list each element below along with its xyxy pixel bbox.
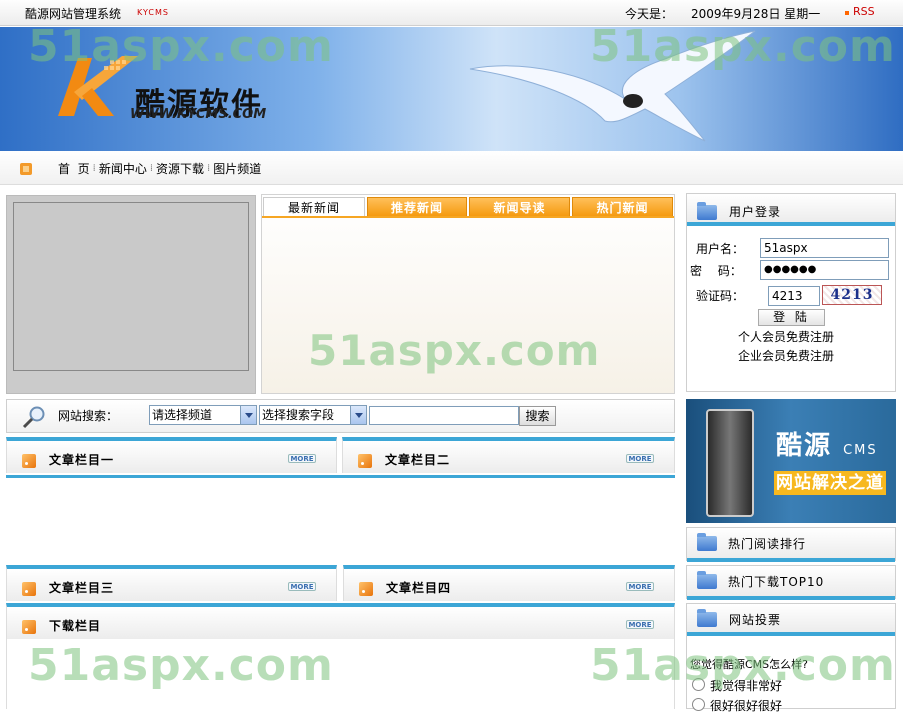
tab-recommended-news[interactable]: 推荐新闻 — [367, 197, 467, 217]
folder-icon — [697, 609, 717, 627]
tab-news-guide[interactable]: 新闻导读 — [469, 197, 570, 217]
chevron-down-icon — [350, 406, 366, 424]
password-label: 密 码： — [690, 264, 742, 278]
vote-title: 网站投票 — [729, 613, 782, 627]
username-label: 用户名： — [696, 242, 745, 256]
today-label: 今天是： — [625, 7, 674, 21]
more-link[interactable]: MORE — [626, 582, 654, 591]
current-date: 2009年9月28日 星期一 — [691, 7, 821, 21]
tab-hot-news[interactable]: 热门新闻 — [572, 197, 673, 217]
site-title: 酷源网站管理系统 — [25, 7, 122, 21]
slideshow-image[interactable] — [13, 202, 249, 371]
rss-link[interactable]: RSS — [853, 5, 875, 18]
tab-underline — [262, 216, 674, 218]
rss-icon — [22, 454, 36, 468]
section-title: 文章栏目一 — [49, 453, 115, 467]
brand-small: KYCMS — [137, 8, 169, 17]
register-company-link[interactable]: 企业会员免费注册 — [738, 347, 834, 364]
channel-select-value: 请选择频道 — [152, 408, 213, 422]
folder-icon — [697, 533, 717, 551]
section-header-col2: 文章栏目二 MORE — [342, 437, 675, 473]
rss-icon — [358, 454, 372, 468]
field-select-value: 选择搜索字段 — [262, 408, 335, 422]
captcha-image[interactable]: 4213 — [822, 285, 882, 305]
nav-items: 首 页 ⁞ 新闻中心 ⁞ 资源下载 ⁞ 图片频道 — [58, 160, 261, 177]
captcha-input[interactable]: 4213 — [768, 286, 820, 306]
watermark: 51aspx.com — [590, 640, 896, 691]
nav-item-downloads[interactable]: 资源下载 — [156, 160, 204, 177]
section-header-col3: 文章栏目三 MORE — [6, 565, 337, 601]
nav-item-news[interactable]: 新闻中心 — [99, 160, 147, 177]
tab-latest-news[interactable]: 最新新闻 — [263, 197, 365, 217]
register-personal-link[interactable]: 个人会员免费注册 — [738, 328, 834, 345]
watermark: 51aspx.com — [28, 27, 334, 72]
nav-item-home[interactable]: 首 页 — [58, 160, 90, 177]
search-button[interactable]: 搜索 — [519, 406, 556, 426]
nav-separator: ⁞ — [149, 163, 154, 174]
ad-title-main: 酷源 — [776, 431, 833, 461]
nav-separator: ⁞ — [207, 163, 211, 174]
nav-separator: ⁞ — [92, 163, 96, 174]
hot-read-title[interactable]: 热门阅读排行 — [728, 535, 806, 552]
section-header-col1: 文章栏目一 MORE — [6, 437, 337, 473]
rss-icon — [359, 582, 373, 596]
ad-slogan: 网站解决之道 — [774, 471, 886, 495]
password-field[interactable]: ●●●●●● — [760, 260, 889, 280]
login-button[interactable]: 登 陆 — [758, 309, 825, 326]
vote-option-2: 很好很好很好 — [710, 699, 783, 713]
field-select[interactable]: 选择搜索字段 — [259, 405, 367, 425]
search-icon — [22, 406, 45, 429]
section-title: 文章栏目二 — [385, 453, 451, 467]
home-icon — [20, 163, 32, 175]
vote-radio-2[interactable] — [692, 698, 705, 711]
username-field[interactable]: 51aspx — [760, 238, 889, 258]
nav-item-pictures[interactable]: 图片频道 — [213, 160, 261, 177]
banner: 酷源软件 WWW.KYCMS.COM 51aspx.com 51aspx.com — [0, 27, 903, 151]
section-header-col4: 文章栏目四 MORE — [343, 565, 675, 601]
section-header-download: 下载栏目 MORE — [6, 603, 675, 639]
hot-download-title[interactable]: 热门下载TOP10 — [728, 573, 824, 590]
login-header — [687, 194, 895, 226]
more-link[interactable]: MORE — [288, 582, 316, 591]
ad-title: 酷源 CMS — [776, 425, 878, 462]
top-bar: 酷源网站管理系统 KYCMS 今天是： 2009年9月28日 星期一 RSS — [0, 0, 903, 26]
section-title: 文章栏目四 — [386, 581, 452, 595]
watermark: 51aspx.com — [590, 27, 896, 72]
rss-icon — [22, 620, 36, 634]
ad-figure — [706, 409, 754, 517]
ad-title-small: CMS — [843, 443, 878, 458]
channel-select[interactable]: 请选择频道 — [149, 405, 257, 425]
captcha-label: 验证码： — [696, 289, 745, 303]
section-title: 文章栏目三 — [49, 581, 115, 595]
chevron-down-icon — [240, 406, 256, 424]
watermark: 51aspx.com — [308, 326, 601, 375]
logo-url: WWW.KYCMS.COM — [130, 107, 267, 122]
section-title: 下载栏目 — [49, 619, 102, 633]
rss-dot-icon — [845, 11, 849, 15]
more-link[interactable]: MORE — [626, 620, 654, 629]
rss-icon — [22, 582, 36, 596]
watermark: 51aspx.com — [28, 640, 334, 691]
folder-icon — [697, 571, 717, 589]
ad-banner[interactable]: 酷源 CMS 网站解决之道 — [686, 399, 896, 523]
search-input[interactable] — [369, 406, 519, 425]
more-link[interactable]: MORE — [288, 454, 316, 463]
divider — [6, 475, 675, 478]
login-title: 用户登录 — [729, 205, 782, 219]
vote-header — [687, 604, 895, 636]
folder-icon — [697, 202, 717, 220]
search-label: 网站搜索： — [58, 409, 119, 423]
more-link[interactable]: MORE — [626, 454, 654, 463]
